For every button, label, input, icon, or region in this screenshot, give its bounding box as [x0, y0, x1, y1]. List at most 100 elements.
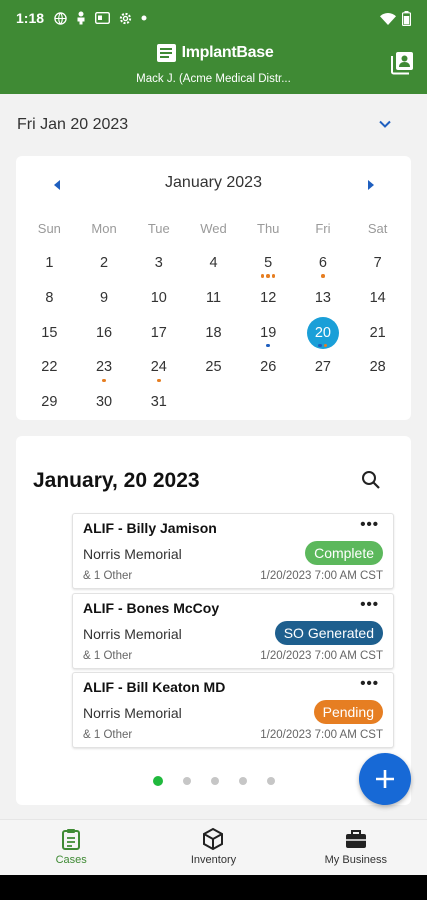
- calendar-day[interactable]: 22: [22, 350, 77, 385]
- case-card[interactable]: ALIF - Bill Keaton MD ••• Norris Memoria…: [72, 672, 394, 748]
- contacts-icon[interactable]: [389, 50, 415, 76]
- nav-inventory[interactable]: Inventory: [142, 820, 284, 875]
- calendar-day-number: 17: [150, 324, 167, 341]
- event-dot: [323, 343, 328, 348]
- calendar-day-number: 6: [318, 255, 327, 271]
- calendar-day[interactable]: 29: [22, 385, 77, 420]
- calendar-day-number: 18: [205, 324, 222, 341]
- calendar-day[interactable]: 11: [186, 281, 241, 316]
- cases-panel: January, 20 2023 ALIF - Billy Jamison ••…: [16, 436, 411, 805]
- event-dots: [241, 274, 296, 278]
- weekday-label: Mon: [91, 221, 117, 236]
- event-dot: [266, 343, 270, 348]
- calendar-day-number: 15: [41, 324, 58, 341]
- calendar-day[interactable]: 30: [77, 385, 132, 420]
- app-bar: ImplantBase Mack J. (Acme Medical Distr.…: [0, 36, 427, 94]
- calendar-day-number: 12: [260, 289, 277, 306]
- calendar-day[interactable]: 9: [77, 281, 132, 316]
- case-card[interactable]: ALIF - Bones McCoy ••• Norris Memorial S…: [72, 593, 394, 669]
- calendar-day[interactable]: 4: [186, 246, 241, 281]
- case-time: 1/20/2023 7:00 AM CST: [260, 570, 383, 582]
- calendar-day-number: 9: [100, 289, 109, 306]
- nav-cases[interactable]: Cases: [0, 820, 142, 875]
- calendar-day[interactable]: 25: [186, 350, 241, 385]
- calendar-day[interactable]: 18: [186, 316, 241, 351]
- weekday-label: Sat: [367, 221, 388, 236]
- calendar-day[interactable]: 19: [241, 316, 296, 351]
- system-nav-bar: [0, 875, 427, 900]
- calendar-day-number: 2: [100, 255, 109, 271]
- calendar-day[interactable]: 26: [241, 350, 296, 385]
- calendar-day[interactable]: 31: [131, 385, 186, 420]
- nav-cases-label: Cases: [55, 854, 87, 866]
- calendar-day[interactable]: 6: [296, 246, 351, 281]
- implantbase-logo-icon: [156, 44, 176, 62]
- page-dot[interactable]: [211, 777, 219, 785]
- dot-icon: [141, 15, 147, 21]
- status-badge[interactable]: Pending: [313, 700, 383, 724]
- calendar-day[interactable]: 5: [241, 246, 296, 281]
- calendar-day-number: 20: [314, 324, 331, 341]
- calendar-day[interactable]: 17: [131, 316, 186, 351]
- calendar-day[interactable]: 21: [350, 316, 405, 351]
- more-options-icon[interactable]: •••: [360, 675, 379, 692]
- calendar-day[interactable]: 7: [350, 246, 405, 281]
- calendar-day[interactable]: 16: [77, 316, 132, 351]
- calendar-day[interactable]: 23: [77, 350, 132, 385]
- brand-name: ImplantBase: [181, 44, 274, 61]
- page-indicator: [153, 776, 275, 786]
- event-dots: [131, 378, 186, 383]
- calendar-day[interactable]: 24: [131, 350, 186, 385]
- calendar-day-number: 7: [373, 255, 382, 271]
- status-badge[interactable]: SO Generated: [274, 621, 383, 645]
- case-card[interactable]: ALIF - Billy Jamison ••• Norris Memorial…: [72, 513, 394, 589]
- clipboard-icon: [62, 829, 81, 850]
- case-title: ALIF - Bones McCoy: [83, 600, 220, 616]
- page-dot[interactable]: [183, 777, 191, 785]
- calendar-day-number: 28: [369, 359, 386, 376]
- add-case-button[interactable]: [359, 753, 411, 805]
- calendar-day[interactable]: 3: [131, 246, 186, 281]
- more-options-icon[interactable]: •••: [360, 596, 379, 613]
- calendar-day[interactable]: 28: [350, 350, 405, 385]
- search-icon[interactable]: [361, 470, 381, 490]
- weekday-label: Thu: [257, 221, 280, 236]
- nav-my-business-label: My Business: [324, 854, 387, 866]
- event-dot: [321, 274, 325, 278]
- account-label[interactable]: Mack J. (Acme Medical Distr...: [0, 73, 427, 85]
- calendar-day[interactable]: 1: [22, 246, 77, 281]
- calendar-day[interactable]: 13: [296, 281, 351, 316]
- page-dot[interactable]: [239, 777, 247, 785]
- calendar-day-number: 8: [45, 289, 54, 306]
- briefcase-icon: [345, 830, 366, 848]
- nav-my-business[interactable]: My Business: [285, 820, 427, 875]
- selected-date: Fri Jan 20 2023: [17, 116, 129, 133]
- event-dot: [102, 378, 106, 383]
- globe-icon: [54, 11, 67, 25]
- calendar-day[interactable]: 27: [296, 350, 351, 385]
- page-dot[interactable]: [267, 777, 275, 785]
- calendar-day-number: 16: [95, 324, 113, 341]
- calendar-empty-cell: [241, 385, 296, 420]
- calendar-day[interactable]: 8: [22, 281, 77, 316]
- page-dot[interactable]: [153, 776, 163, 786]
- calendar-day[interactable]: 14: [350, 281, 405, 316]
- status-badge[interactable]: Complete: [305, 541, 383, 565]
- brand: ImplantBase: [0, 42, 427, 64]
- more-options-icon[interactable]: •••: [360, 516, 379, 533]
- next-month-icon[interactable]: [368, 180, 374, 190]
- bottom-nav: Cases Inventory My Business: [0, 819, 427, 875]
- calendar-empty-cell: [186, 385, 241, 420]
- calendar-day[interactable]: 2: [77, 246, 132, 281]
- calendar-day[interactable]: 12: [241, 281, 296, 316]
- date-selector[interactable]: Fri Jan 20 2023: [0, 94, 427, 156]
- plus-icon: [376, 770, 394, 788]
- chevron-down-icon[interactable]: [377, 116, 393, 132]
- status-time: 1:18: [16, 10, 45, 26]
- calendar-day[interactable]: 10: [131, 281, 186, 316]
- calendar-day[interactable]: 15: [22, 316, 77, 351]
- calendar-day[interactable]: 20: [296, 316, 351, 351]
- case-location: Norris Memorial: [83, 705, 182, 721]
- calendar-day-number: 1: [45, 255, 54, 271]
- weekday-label: Wed: [200, 221, 227, 236]
